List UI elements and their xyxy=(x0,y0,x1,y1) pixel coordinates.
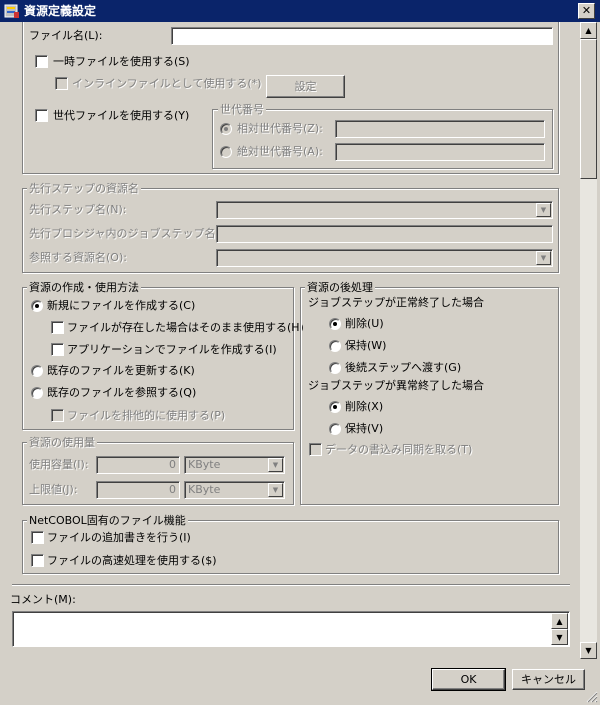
fast-process-label: ファイルの高速処理を使用する($) xyxy=(47,554,217,567)
generation-file-label: 世代ファイルを使用する(Y) xyxy=(53,109,190,122)
relative-generation-input[interactable] xyxy=(335,120,545,138)
exclusive-use-checkbox[interactable] xyxy=(51,409,64,422)
update-existing-label: 既存のファイルを更新する(K) xyxy=(47,364,195,377)
prior-step-name-combo[interactable]: ▼ xyxy=(216,201,553,219)
vertical-scrollbar[interactable]: ▲ ▼ xyxy=(580,22,597,659)
relative-generation-radio[interactable] xyxy=(220,123,232,135)
append-write-checkbox[interactable] xyxy=(31,531,44,544)
generation-file-checkbox[interactable] xyxy=(35,109,48,122)
limit-label: 上限値(J): xyxy=(29,483,78,496)
up-arrow-icon: ▲ xyxy=(585,26,592,35)
comment-scroll-down-button[interactable]: ▼ xyxy=(551,629,568,645)
settings-button[interactable]: 設定 xyxy=(266,75,345,98)
file-name-input[interactable] xyxy=(171,27,553,45)
absolute-generation-label: 絶対世代番号(A): xyxy=(237,145,323,158)
scroll-down-button[interactable]: ▼ xyxy=(580,642,597,659)
normal-end-label: ジョブステップが正常終了した場合 xyxy=(308,296,484,309)
create-new-label: 新規にファイルを作成する(C) xyxy=(47,299,196,312)
proc-step-name-input[interactable] xyxy=(216,225,553,243)
relative-generation-label: 相対世代番号(Z): xyxy=(237,122,323,135)
capacity-label: 使用容量(I): xyxy=(29,458,89,471)
update-existing-radio[interactable] xyxy=(31,365,43,377)
create-new-radio[interactable] xyxy=(31,300,43,312)
append-write-label: ファイルの追加書きを行う(I) xyxy=(47,531,191,544)
sync-write-label: データの書込み同期を取る(T) xyxy=(325,443,473,456)
file-name-label: ファイル名(L): xyxy=(29,29,103,42)
capacity-unit-value: KByte xyxy=(188,458,221,471)
inline-file-label: インラインファイルとして使用する(*) xyxy=(72,77,262,90)
usage-legend: 資源の使用量 xyxy=(27,436,97,449)
limit-unit-value: KByte xyxy=(188,483,221,496)
use-existing-label: ファイルが存在した場合はそのまま使用する(H) xyxy=(67,321,304,334)
chevron-down-icon: ▼ xyxy=(536,251,551,265)
temp-file-checkbox[interactable] xyxy=(35,55,48,68)
ref-existing-label: 既存のファイルを参照する(Q) xyxy=(47,386,197,399)
fast-process-checkbox[interactable] xyxy=(31,554,44,567)
up-arrow-icon: ▲ xyxy=(556,616,563,626)
absolute-generation-input[interactable] xyxy=(335,143,545,161)
scroll-up-button[interactable]: ▲ xyxy=(580,22,597,39)
ok-button[interactable]: OK xyxy=(431,668,506,691)
abnormal-keep-label: 保持(V) xyxy=(345,422,384,435)
normal-keep-label: 保持(W) xyxy=(345,339,387,352)
window-title: 資源定義設定 xyxy=(24,4,97,18)
pane-bottom-edge xyxy=(12,584,570,586)
prior-step-name-label: 先行ステップ名(N): xyxy=(29,203,127,216)
post-process-legend: 資源の後処理 xyxy=(305,281,375,294)
capacity-unit-combo[interactable]: KByte ▼ xyxy=(184,456,285,474)
chevron-down-icon: ▼ xyxy=(268,483,283,497)
close-icon: ✕ xyxy=(581,4,592,17)
normal-pass-radio[interactable] xyxy=(329,362,341,374)
exclusive-use-label: ファイルを排他的に使用する(P) xyxy=(67,409,226,422)
ref-resource-label: 参照する資源名(O): xyxy=(29,251,127,264)
normal-delete-label: 削除(U) xyxy=(345,317,384,330)
inline-file-checkbox[interactable] xyxy=(55,77,68,90)
chevron-down-icon: ▼ xyxy=(536,203,551,217)
close-button[interactable]: ✕ xyxy=(578,3,595,19)
chevron-down-icon: ▼ xyxy=(268,458,283,472)
normal-keep-radio[interactable] xyxy=(329,340,341,352)
normal-pass-label: 後続ステップへ渡す(G) xyxy=(345,361,462,374)
use-existing-checkbox[interactable] xyxy=(51,321,64,334)
comment-label: コメント(M): xyxy=(10,593,76,606)
capacity-input[interactable]: 0 xyxy=(96,456,180,474)
app-create-checkbox[interactable] xyxy=(51,343,64,356)
create-use-legend: 資源の作成・使用方法 xyxy=(27,281,141,294)
comment-input[interactable]: ▲ ▼ xyxy=(12,611,570,647)
temp-file-label: 一時ファイルを使用する(S) xyxy=(53,55,190,68)
title-bar: 資源定義設定 ✕ xyxy=(0,0,600,22)
app-create-label: アプリケーションでファイルを作成する(I) xyxy=(67,343,277,356)
prior-step-legend: 先行ステップの資源名 xyxy=(27,182,141,195)
limit-input[interactable]: 0 xyxy=(96,481,180,499)
scroll-pane: ファイル名(L): 一時ファイルを使用する(S) インラインファイルとして使用す… xyxy=(12,22,570,584)
ref-existing-radio[interactable] xyxy=(31,387,43,399)
down-arrow-icon: ▼ xyxy=(585,646,592,655)
app-icon xyxy=(4,4,19,18)
scroll-thumb[interactable] xyxy=(580,39,597,179)
sync-write-checkbox[interactable] xyxy=(309,443,322,456)
limit-unit-combo[interactable]: KByte ▼ xyxy=(184,481,285,499)
abnormal-end-label: ジョブステップが異常終了した場合 xyxy=(308,379,484,392)
proc-step-name-label: 先行プロシジャ内のジョブステップ名(B): xyxy=(29,227,236,240)
ref-resource-combo[interactable]: ▼ xyxy=(216,249,553,267)
abnormal-keep-radio[interactable] xyxy=(329,423,341,435)
netcobol-legend: NetCOBOL固有のファイル機能 xyxy=(27,514,188,527)
abnormal-delete-radio[interactable] xyxy=(329,401,341,413)
resize-grip-icon[interactable] xyxy=(584,689,598,703)
down-arrow-icon: ▼ xyxy=(556,632,563,642)
generation-number-legend: 世代番号 xyxy=(218,103,266,116)
comment-scroll-up-button[interactable]: ▲ xyxy=(551,613,568,629)
absolute-generation-radio[interactable] xyxy=(220,146,232,158)
comment-scrollbar[interactable]: ▲ ▼ xyxy=(551,613,568,645)
cancel-button[interactable]: キャンセル xyxy=(512,669,585,690)
abnormal-delete-label: 削除(X) xyxy=(345,400,384,413)
normal-delete-radio[interactable] xyxy=(329,318,341,330)
